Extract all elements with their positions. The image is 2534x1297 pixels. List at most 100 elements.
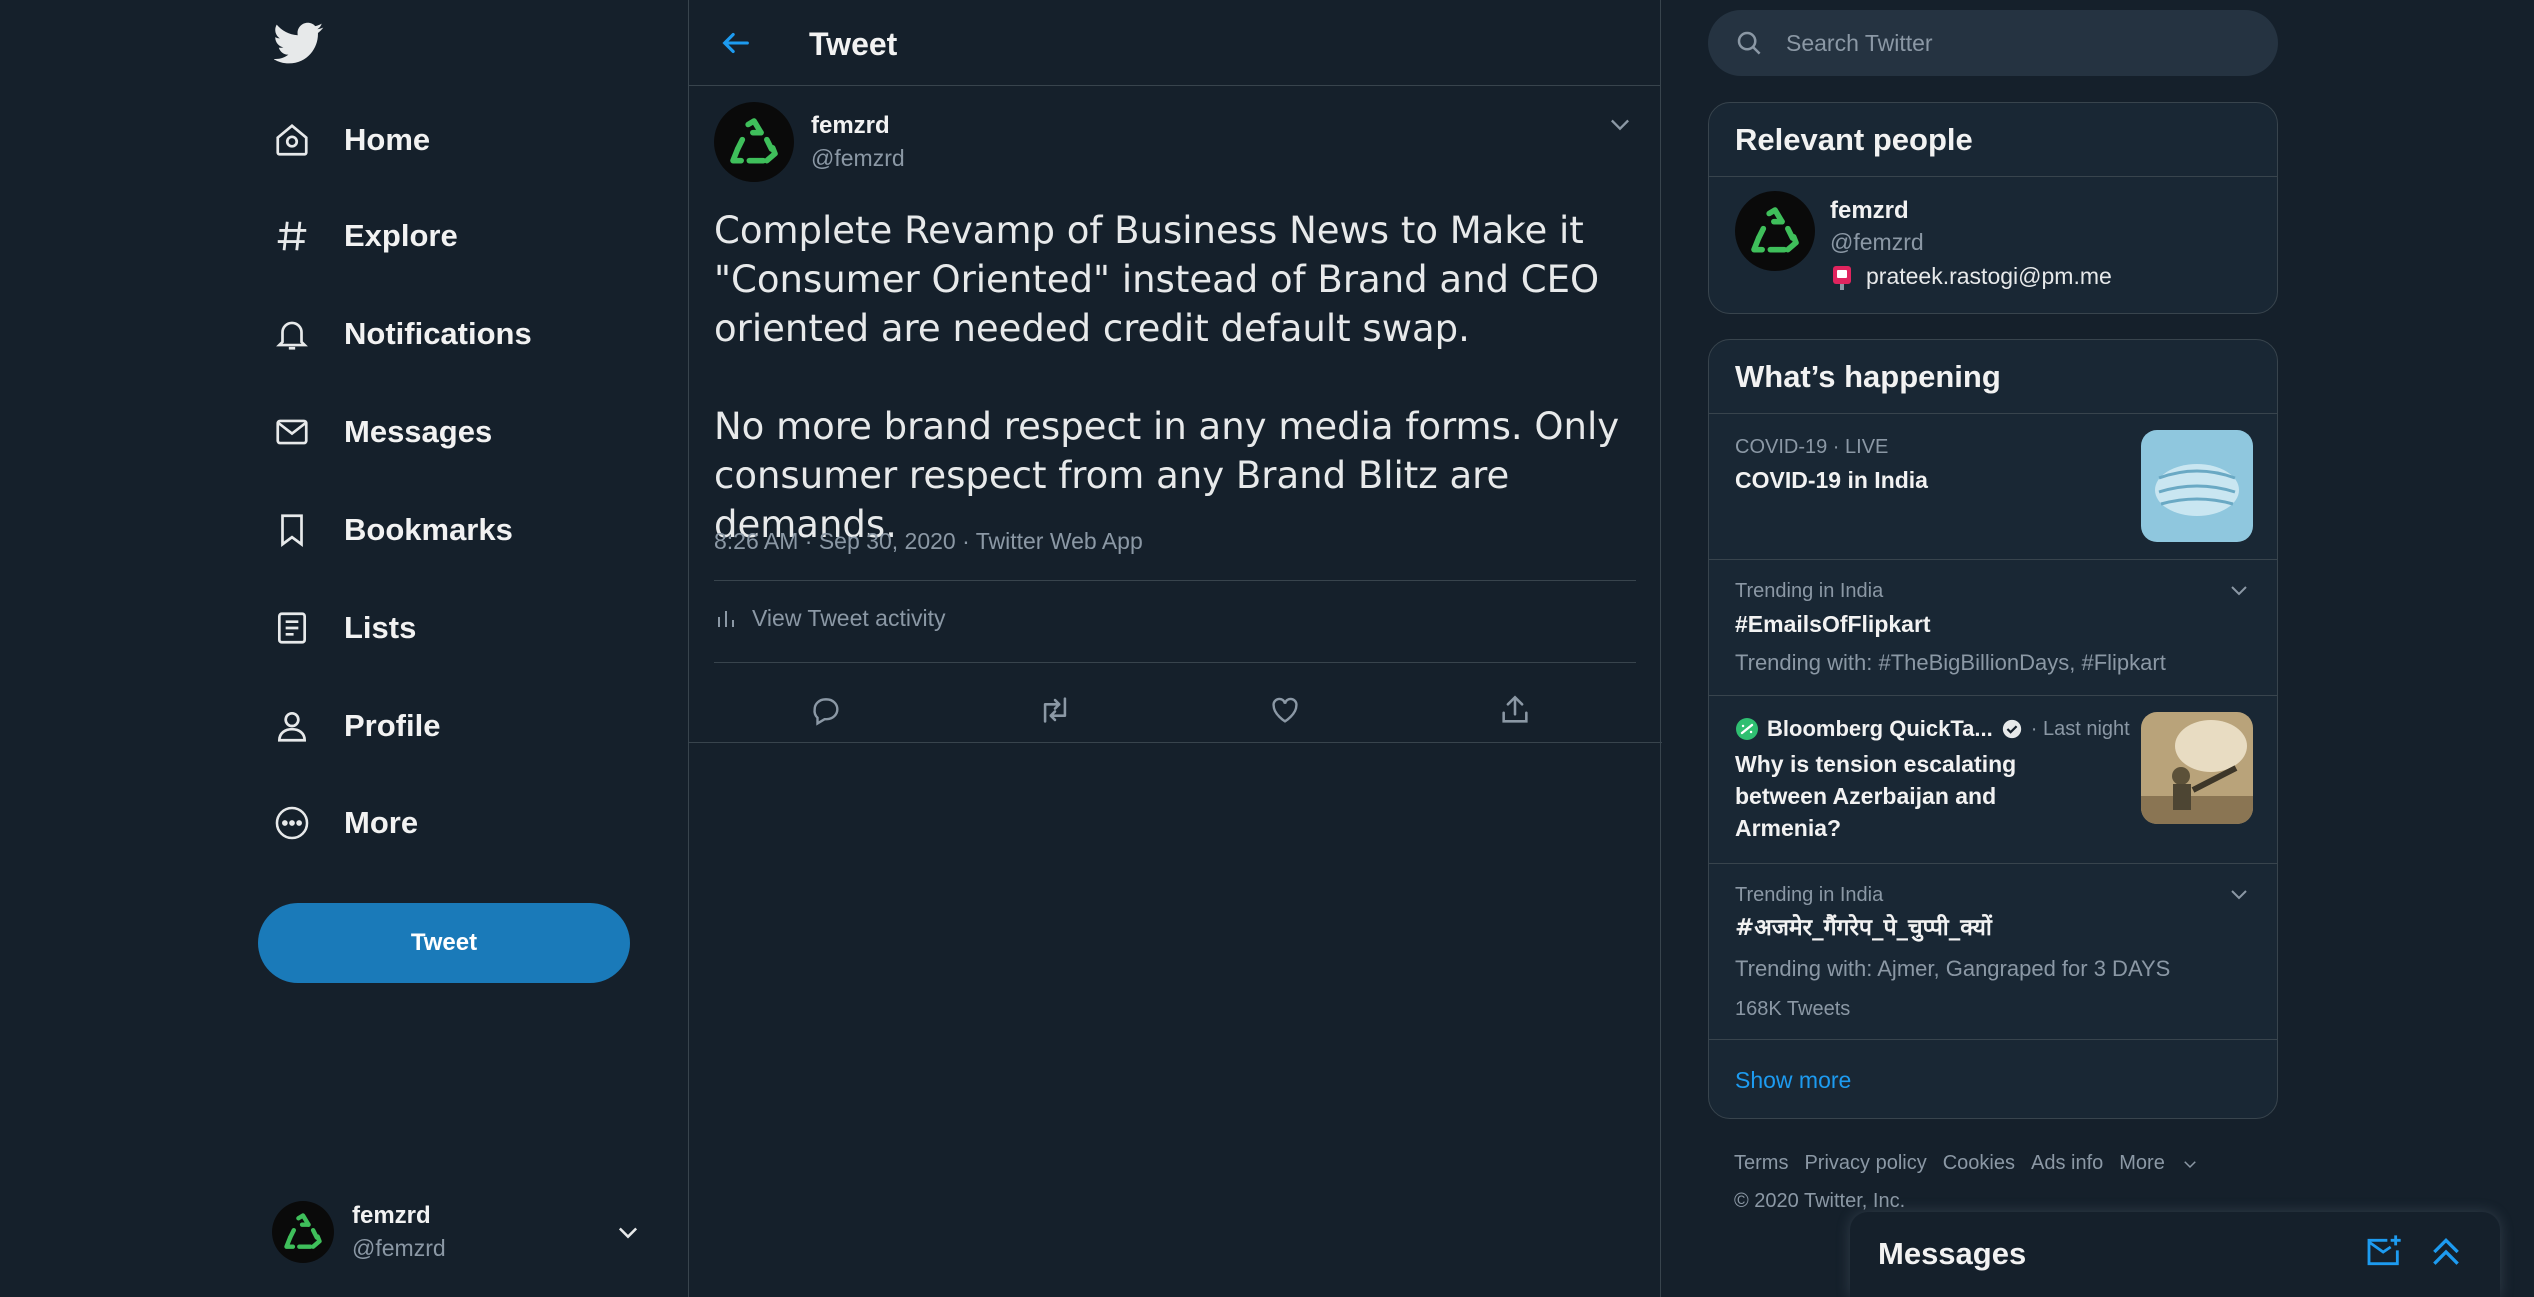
tweet-paragraph: No more brand respect in any media forms… (714, 405, 1620, 546)
footer-link-ads-info[interactable]: Ads info (2031, 1152, 2103, 1175)
avatar (272, 1201, 334, 1263)
person-icon (272, 706, 312, 746)
trend-item[interactable]: Trending in India #EmailsOfFlipkart Tren… (1709, 560, 2277, 696)
account-switcher[interactable]: femzrd @femzrd (272, 1196, 672, 1268)
trend-subtitle: Trending with: Ajmer, Gangraped for 3 DA… (1735, 956, 2171, 981)
more-circle-icon (272, 803, 312, 843)
home-icon (272, 120, 312, 160)
messages-drawer-title: Messages (1878, 1236, 2027, 1271)
recycle-icon (284, 1213, 322, 1249)
relevant-person-bio-text: prateek.rastogi@pm.me (1866, 263, 2112, 289)
author-name[interactable]: femzrd (811, 110, 905, 142)
avatar[interactable] (714, 102, 794, 182)
list-icon (272, 608, 312, 648)
news-source-row: Bloomberg QuickTa... · Last night (1735, 716, 2130, 742)
nav-home-label: Home (344, 122, 431, 157)
chevron-down-icon[interactable] (2227, 882, 2251, 906)
divider (714, 662, 1636, 663)
trend-context: Trending in India (1735, 884, 1884, 906)
nav-explore[interactable]: Explore (272, 204, 458, 268)
news-item[interactable]: Bloomberg QuickTa... · Last night Why is… (1709, 696, 2277, 864)
back-arrow-icon[interactable] (719, 26, 753, 60)
reply-icon[interactable] (804, 688, 848, 732)
envelope-icon (272, 412, 312, 452)
nav-notifications[interactable]: Notifications (272, 302, 532, 366)
tweet-meta: 8:26 AM · Sep 30, 2020 · Twitter Web App (714, 528, 1143, 554)
recycle-icon (1751, 207, 1799, 253)
new-message-icon[interactable] (2364, 1232, 2404, 1272)
tweet-time[interactable]: 8:26 AM (714, 528, 798, 554)
recycle-icon (730, 118, 778, 164)
search-box[interactable] (1708, 10, 2278, 76)
whats-happening-title: What’s happening (1709, 340, 2277, 414)
footer-link-cookies[interactable]: Cookies (1943, 1152, 2015, 1175)
tweet-button[interactable]: Tweet (258, 903, 630, 983)
relevant-person-name[interactable]: femzrd (1830, 197, 1909, 225)
author-handle: @femzrd (811, 144, 905, 171)
trend-item[interactable]: COVID-19 · LIVE COVID-19 in India (1709, 414, 2277, 560)
trend-subtitle: Trending with: #TheBigBillionDays, #Flip… (1735, 650, 2166, 675)
nav-home[interactable]: Home (272, 108, 430, 172)
bar-chart-icon (714, 607, 738, 631)
trend-context: COVID-19 · LIVE (1735, 436, 1889, 458)
nav-profile[interactable]: Profile (272, 694, 440, 758)
page-title: Tweet (809, 26, 898, 62)
news-time: · Last night (2030, 717, 2130, 740)
main-header: Tweet (689, 0, 1660, 86)
copyright: © 2020 Twitter, Inc. (1734, 1190, 1906, 1212)
artillery-photo-image (2141, 712, 2253, 824)
footer-link-privacy[interactable]: Privacy policy (1804, 1152, 1926, 1175)
bloomberg-logo-icon (1735, 717, 1759, 741)
chevron-down-icon (614, 1218, 642, 1246)
nav-bookmarks[interactable]: Bookmarks (272, 498, 513, 562)
chevron-down-icon[interactable] (2227, 578, 2251, 602)
chevron-down-icon (2184, 1160, 2196, 1168)
relevant-people-card: Relevant people femzrd @femzrd prateek.r… (1708, 102, 2278, 314)
trend-context: Trending in India (1735, 580, 1884, 602)
footer-link-more[interactable]: More (2119, 1152, 2199, 1175)
retweet-icon[interactable] (1033, 688, 1077, 732)
view-tweet-activity[interactable]: View Tweet activity (714, 605, 945, 632)
account-name: femzrd (352, 1202, 431, 1230)
share-icon[interactable] (1493, 688, 1537, 732)
search-input[interactable] (1786, 29, 2226, 57)
footer-links: Terms Privacy policy Cookies Ads info Mo… (1734, 1152, 2215, 1175)
news-headline: Why is tension escalating between Azerba… (1735, 751, 2017, 841)
show-more-link[interactable]: Show more (1709, 1040, 2277, 1118)
nav-notifications-label: Notifications (344, 316, 532, 351)
relevant-person-handle: @femzrd (1830, 229, 1924, 255)
messages-drawer[interactable]: Messages (1850, 1212, 2500, 1297)
nav-bookmarks-label: Bookmarks (344, 512, 513, 547)
relevant-person-bio: prateek.rastogi@pm.me (1830, 263, 2112, 290)
relevant-people-title: Relevant people (1709, 103, 2277, 177)
right-sidebar: Relevant people femzrd @femzrd prateek.r… (1708, 0, 2278, 1297)
tweet-menu-chevron-icon[interactable] (1606, 110, 1634, 138)
twitter-bird-icon[interactable] (274, 18, 324, 68)
hashtag-icon (272, 216, 312, 256)
like-heart-icon[interactable] (1263, 688, 1307, 732)
trend-title: COVID-19 in India (1735, 467, 1928, 493)
nav-more[interactable]: More (272, 791, 418, 855)
tweet-date[interactable]: Sep 30, 2020 (819, 528, 956, 554)
search-icon (1734, 28, 1764, 58)
tweet-author[interactable]: femzrd @femzrd (714, 102, 905, 182)
nav-lists-label: Lists (344, 610, 417, 645)
nav-profile-label: Profile (344, 708, 441, 743)
nav-explore-label: Explore (344, 218, 458, 253)
double-chevron-up-icon[interactable] (2426, 1232, 2466, 1272)
footer-link-terms[interactable]: Terms (1734, 1152, 1788, 1175)
account-handle: @femzrd (352, 1234, 446, 1261)
nav-lists[interactable]: Lists (272, 596, 416, 660)
footer-more-label: More (2119, 1152, 2165, 1174)
relevant-person[interactable]: femzrd @femzrd prateek.rastogi@pm.me (1709, 177, 2277, 312)
verified-badge-icon (2001, 718, 2023, 740)
trend-title: #EmailsOfFlipkart (1735, 611, 1931, 637)
nav-messages[interactable]: Messages (272, 400, 492, 464)
trend-item[interactable]: Trending in India #अजमेर_गैंगरेप_पे_चुप्… (1709, 864, 2277, 1040)
mailbox-icon (1830, 264, 1854, 290)
divider (689, 742, 1662, 743)
bookmark-icon (272, 510, 312, 550)
avatar[interactable] (1735, 191, 1815, 271)
nav-more-label: More (344, 805, 419, 840)
tweet-source[interactable]: Twitter Web App (976, 528, 1143, 554)
